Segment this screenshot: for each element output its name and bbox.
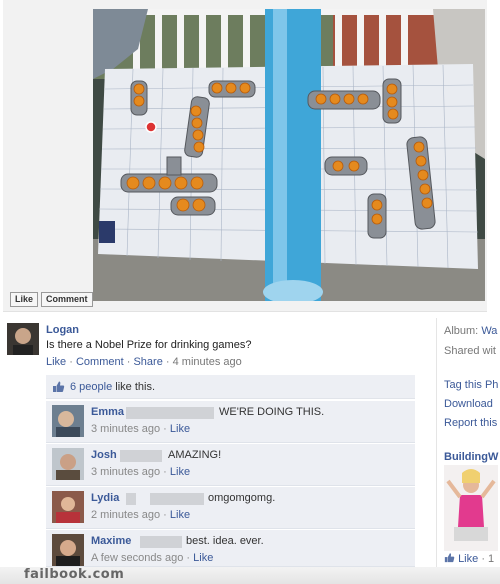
comment-like-link[interactable]: Like [170,466,190,478]
post-text: Is there a Nobel Prize for drinking game… [46,339,252,351]
ad-title[interactable]: BuildingW [444,451,498,463]
comment-like-link[interactable]: Like [193,552,213,564]
ad-actions: Like · 1 [444,552,494,565]
comment-timestamp[interactable]: 3 minutes ago [91,423,160,435]
comment-like-link[interactable]: Like [170,423,190,435]
shared-with: Shared wit [444,345,496,357]
comment-timestamp[interactable]: 2 minutes ago [91,509,160,521]
likes-count-link[interactable]: 6 people [70,381,112,393]
avatar[interactable] [7,323,39,355]
drinking-battleship-photo [93,9,485,301]
comment-avatar[interactable] [52,534,84,566]
separator: · [163,509,167,521]
avatar-image [7,323,39,355]
redacted-surname [126,493,136,505]
commenter-photo [52,448,84,480]
likes-suffix: like this. [115,380,156,393]
comment-author[interactable]: Emma [91,406,124,418]
ad-like-count: · 1 [481,553,495,565]
comment-author[interactable]: Lydia [91,492,119,504]
separator: · [163,466,167,478]
photo-comment-button[interactable]: Comment [41,292,93,307]
post-author[interactable]: Logan [46,324,79,336]
album-label: Album: [444,325,479,337]
redacted-surname [140,536,182,548]
likes-bar: 6 people like this. [46,375,415,399]
commenter-photo [52,405,84,437]
redacted-surname [150,493,204,505]
separator: · [165,356,170,368]
tag-photo-link[interactable]: Tag this Ph [444,379,498,391]
comment-avatar[interactable] [52,405,84,437]
thumbs-up-icon [444,553,455,563]
watermark-text: failbook.com [24,567,125,582]
comment-item: Emma WE'RE DOING THIS. 3 minutes ago · L… [46,401,415,443]
photo-frame: Like Comment [3,0,487,312]
post-timestamp[interactable]: 4 minutes ago [173,356,242,368]
photo[interactable] [93,9,485,301]
comment-link[interactable]: Comment [76,356,124,368]
separator: · [126,356,131,368]
album-line: Album: Wa [444,325,497,337]
commenter-photo [52,534,84,566]
report-photo-link[interactable]: Report this [444,417,497,429]
comment-item: Lydia omgomgomg. 2 minutes ago · Like [46,487,415,529]
photo-like-button[interactable]: Like [10,292,39,307]
download-link[interactable]: Download [444,398,493,410]
comment-item: Maxime best. idea. ever. A few seconds a… [46,530,415,567]
album-link[interactable]: Wa [481,325,497,337]
comment-timestamp[interactable]: 3 minutes ago [91,466,160,478]
watermark-bar: failbook.com [0,567,500,584]
ad-image[interactable] [444,465,498,551]
comment-text: WE'RE DOING THIS. [219,406,325,418]
separator: · [163,423,167,435]
ad-like-link[interactable]: Like [458,553,478,565]
commenter-photo [52,491,84,523]
redacted-surname [120,450,162,462]
post-actions: Like · Comment · Share · 4 minutes ago [46,356,242,368]
separator: · [69,356,73,368]
comment-avatar[interactable] [52,448,84,480]
separator: · [186,552,191,564]
comment-author[interactable]: Maxime [91,535,131,547]
comment-text: best. idea. ever. [186,535,264,547]
comment-text: omgomgomg. [208,492,276,504]
thumbs-up-icon [53,381,65,392]
right-sidebar: Album: Wa Shared wit Tag this Ph Downloa… [436,318,500,584]
ad-photo [444,465,498,551]
redacted-surname [126,407,214,419]
comment-author[interactable]: Josh [91,449,117,461]
comment-like-link[interactable]: Like [170,509,190,521]
like-link[interactable]: Like [46,356,66,368]
comment-item: Josh AMAZING! 3 minutes ago · Like [46,444,415,486]
comment-timestamp[interactable]: A few seconds ago [91,552,183,564]
comment-text: AMAZING! [168,449,222,461]
comment-avatar[interactable] [52,491,84,523]
share-link[interactable]: Share [133,356,162,368]
